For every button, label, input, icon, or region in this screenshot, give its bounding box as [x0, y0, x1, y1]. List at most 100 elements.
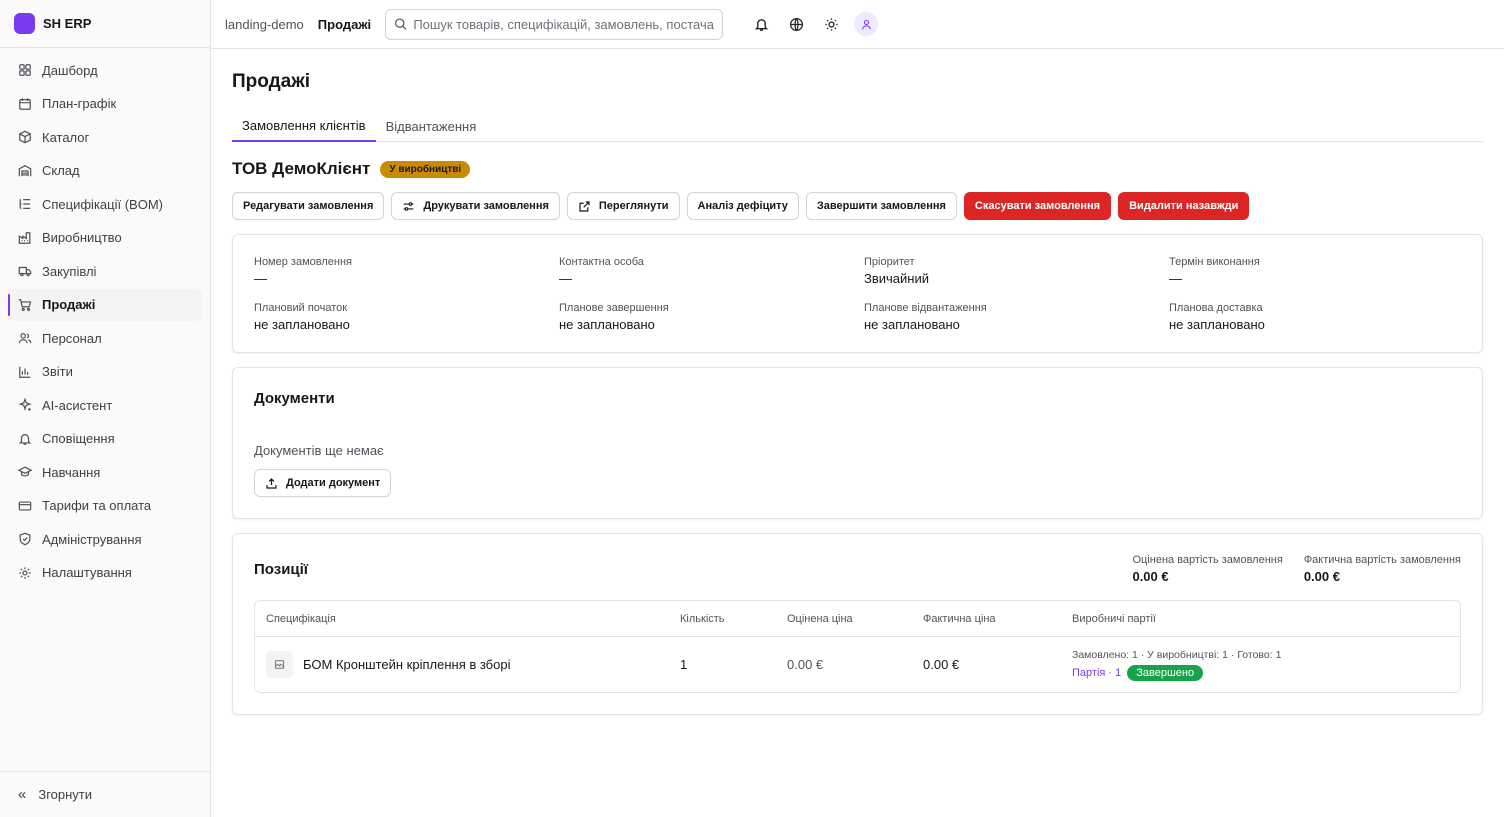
main-area: landing-demo Продажі Пошук товарів, спец… — [211, 0, 1504, 817]
brand[interactable]: SH ERP — [0, 0, 210, 48]
page-content: Продажі Замовлення клієнтів Відвантаженн… — [211, 49, 1504, 715]
sidebar-item-bom[interactable]: Специфікації (BOM) — [8, 188, 202, 221]
add-document-label: Додати документ — [286, 477, 381, 489]
sidebar-item-notifications[interactable]: Сповіщення — [8, 423, 202, 456]
column-header-act-price: Фактична ціна — [923, 612, 996, 625]
cancel-order-button[interactable]: Скасувати замовлення — [963, 192, 1112, 220]
search-input[interactable] — [413, 16, 715, 32]
sidebar-item-warehouse[interactable]: Склад — [8, 155, 202, 188]
table-row[interactable]: БОМ Кронштейн кріплення в зборі 1 0.00 €… — [255, 637, 1460, 692]
sidebar-item-label: Адміністрування — [42, 531, 142, 547]
complete-order-button[interactable]: Завершити замовлення — [805, 192, 957, 220]
external-link-icon — [579, 200, 590, 212]
collapse-sidebar-button[interactable]: « Згорнути — [0, 771, 210, 817]
field-deadline: Термін виконання — — [1169, 256, 1461, 286]
order-header: ТОВ ДемоКлієнт У виробництві — [232, 159, 1483, 179]
estimated-total: Оцінена вартість замовлення 0.00 € — [1132, 554, 1282, 584]
field-contact-person: Контактна особа — — [559, 256, 864, 286]
field-value: — — [559, 271, 572, 286]
order-actions: Редагувати замовлення Друкувати замовлен… — [232, 192, 1483, 220]
sidebar-nav: Дашборд План-графік Каталог Склад Специф… — [0, 48, 210, 771]
sun-icon — [825, 17, 838, 31]
sidebar-item-sales[interactable]: Продажі — [8, 288, 202, 321]
deficit-analysis-label: Аналіз дефіциту — [697, 200, 788, 212]
table-header-row: Специфікація Кількість Оцінена ціна Факт… — [255, 601, 1460, 637]
spec-name[interactable]: БОМ Кронштейн кріплення в зборі — [303, 657, 510, 672]
column-header-qty: Кількість — [680, 612, 725, 625]
field-priority: Пріоритет Звичайний — [864, 256, 1169, 286]
positions-header: Позиції Оцінена вартість замовлення 0.00… — [254, 554, 1461, 584]
sidebar-item-label: Продажі — [42, 297, 96, 313]
chevrons-left-icon: « — [18, 786, 27, 803]
positions-card: Позиції Оцінена вартість замовлення 0.00… — [232, 533, 1483, 715]
estimated-total-label: Оцінена вартість замовлення — [1132, 554, 1283, 566]
breadcrumb-workspace[interactable]: landing-demo — [225, 17, 304, 32]
language-button[interactable] — [784, 12, 808, 36]
sidebar-item-purchasing[interactable]: Закупівлі — [8, 255, 202, 288]
edit-order-label: Редагувати замовлення — [243, 200, 374, 212]
graduation-cap-icon — [18, 465, 32, 479]
act-price-value: 0.00 € — [923, 657, 960, 672]
edit-order-button[interactable]: Редагувати замовлення — [232, 192, 385, 220]
sidebar-item-label: Сповіщення — [42, 431, 115, 447]
dashboard-icon — [18, 63, 32, 77]
notifications-button[interactable] — [749, 12, 773, 36]
sidebar-item-label: Навчання — [42, 464, 101, 480]
tabs: Замовлення клієнтів Відвантаження — [232, 111, 1483, 142]
field-value: Звичайний — [864, 271, 929, 286]
theme-toggle-button[interactable] — [819, 12, 843, 36]
sidebar-item-label: Звіти — [42, 364, 73, 380]
field-label: Контактна особа — [559, 256, 644, 268]
globe-icon — [789, 17, 803, 31]
sidebar-item-label: Тарифи та оплата — [42, 498, 152, 514]
sidebar-item-schedule[interactable]: План-графік — [8, 88, 202, 121]
field-value: — — [1169, 271, 1182, 286]
est-price-value: 0.00 € — [787, 657, 824, 672]
column-header-batches: Виробничі партії — [1072, 612, 1156, 625]
sidebar-item-ai-assistant[interactable]: AI-асистент — [8, 389, 202, 422]
batch-link[interactable]: Партія · 1 — [1072, 667, 1121, 679]
sidebar-item-dashboard[interactable]: Дашборд — [8, 54, 202, 87]
sidebar-item-catalog[interactable]: Каталог — [8, 121, 202, 154]
field-label: Термін виконання — [1169, 256, 1260, 268]
bell-icon — [18, 432, 32, 446]
qty-value: 1 — [680, 657, 688, 672]
sidebar-item-billing[interactable]: Тарифи та оплата — [8, 490, 202, 523]
sidebar-item-settings[interactable]: Налаштування — [8, 557, 202, 590]
sidebar-item-label: AI-асистент — [42, 397, 113, 413]
view-order-button[interactable]: Переглянути — [566, 192, 680, 220]
field-order-number: Номер замовлення — — [254, 256, 559, 286]
deficit-analysis-button[interactable]: Аналіз дефіциту — [686, 192, 799, 220]
list-tree-icon — [18, 197, 32, 211]
print-order-button[interactable]: Друкувати замовлення — [391, 192, 560, 220]
actual-total-label: Фактична вартість замовлення — [1303, 554, 1461, 566]
field-planned-start: Плановий початок не заплановано — [254, 302, 559, 332]
tab-customer-orders[interactable]: Замовлення клієнтів — [232, 111, 376, 142]
brand-logo — [14, 13, 35, 34]
order-customer-name: ТОВ ДемоКлієнт — [232, 159, 371, 178]
field-value: не заплановано — [1169, 317, 1265, 332]
factory-icon — [18, 231, 32, 245]
sidebar-item-production[interactable]: Виробництво — [8, 222, 202, 255]
sidebar-item-admin[interactable]: Адміністрування — [8, 523, 202, 556]
user-avatar[interactable] — [854, 12, 879, 36]
calendar-icon — [18, 97, 32, 111]
add-document-button[interactable]: Додати документ — [254, 469, 392, 497]
field-value: — — [254, 271, 267, 286]
sidebar-item-learning[interactable]: Навчання — [8, 456, 202, 489]
delete-order-button[interactable]: Видалити назавжди — [1118, 192, 1250, 220]
sidebar-item-personnel[interactable]: Персонал — [8, 322, 202, 355]
collapse-label: Згорнути — [38, 787, 93, 802]
search-box[interactable] — [385, 8, 724, 40]
batches-cell: Замовлено: 1 · У виробництві: 1 · Готово… — [1072, 649, 1449, 681]
actual-total: Фактична вартість замовлення 0.00 € — [1304, 554, 1461, 584]
sidebar-item-label: Каталог — [42, 129, 90, 145]
breadcrumb-section: Продажі — [317, 16, 372, 32]
estimated-total-value: 0.00 € — [1132, 569, 1169, 584]
tab-shipments[interactable]: Відвантаження — [376, 111, 487, 142]
sidebar-item-reports[interactable]: Звіти — [8, 356, 202, 389]
field-label: Планове відвантаження — [864, 302, 987, 314]
sidebar-item-label: Закупівлі — [42, 263, 97, 279]
field-value: не заплановано — [864, 317, 960, 332]
order-status-badge: У виробництві — [380, 160, 471, 178]
